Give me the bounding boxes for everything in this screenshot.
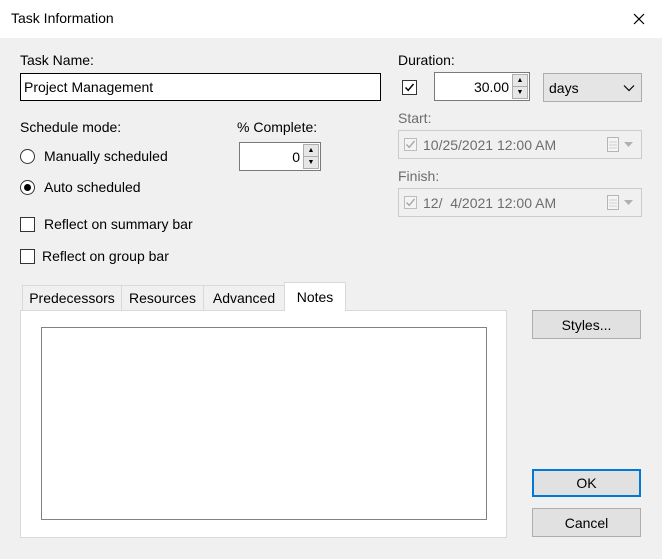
spin-down-icon: ▼ — [516, 89, 524, 96]
percent-spin-down-button[interactable]: ▼ — [303, 157, 319, 169]
ok-button-label: OK — [576, 475, 597, 491]
cancel-button-label: Cancel — [564, 514, 609, 531]
finish-date-picker[interactable]: 12/ 4/2021 12:00 AM — [398, 188, 642, 217]
radio-selected-dot — [24, 184, 31, 191]
tab-predecessors-label: Predecessors — [29, 290, 115, 306]
reflect-summary-label[interactable]: Reflect on summary bar — [44, 216, 193, 232]
ok-button[interactable]: OK — [532, 469, 641, 497]
task-name-label: Task Name: — [20, 52, 94, 68]
finish-label: Finish: — [398, 168, 440, 184]
percent-complete-label: % Complete: — [237, 119, 318, 135]
duration-label: Duration: — [398, 52, 455, 68]
duration-spin-up-button[interactable]: ▲ — [512, 74, 528, 87]
checkmark-icon — [405, 198, 416, 207]
chevron-down-icon — [623, 85, 635, 92]
close-icon — [633, 13, 645, 25]
task-name-input[interactable]: Project Management — [20, 73, 381, 101]
spin-down-icon: ▼ — [307, 159, 315, 166]
tab-notes[interactable]: Notes — [284, 282, 346, 311]
start-date-checkbox[interactable] — [404, 138, 417, 151]
schedule-mode-label: Schedule mode: — [20, 119, 122, 135]
percent-complete-value: 0 — [292, 148, 300, 165]
checkmark-icon — [405, 140, 416, 149]
manually-scheduled-label[interactable]: Manually scheduled — [44, 148, 168, 164]
auto-scheduled-label[interactable]: Auto scheduled — [44, 179, 141, 195]
calendar-icon — [607, 137, 619, 152]
percent-spin-up-button[interactable]: ▲ — [303, 144, 319, 157]
spin-up-icon: ▲ — [307, 147, 315, 154]
window-title: Task Information — [11, 10, 114, 26]
cancel-button[interactable]: Cancel — [532, 508, 641, 537]
start-label: Start: — [398, 110, 432, 126]
notes-tab-panel — [20, 310, 507, 538]
finish-date-value: 12/ 4/2021 12:00 AM — [423, 194, 557, 211]
tab-advanced-label: Advanced — [212, 290, 276, 306]
auto-scheduled-radio[interactable] — [20, 180, 35, 195]
start-date-picker[interactable]: 10/25/2021 12:00 AM — [398, 130, 642, 159]
reflect-group-checkbox[interactable] — [20, 249, 35, 264]
calendar-icon — [607, 195, 619, 210]
finish-date-checkbox[interactable] — [404, 196, 417, 209]
dropdown-arrow-icon — [624, 200, 633, 205]
dropdown-arrow-icon — [624, 142, 633, 147]
tab-resources-label: Resources — [129, 290, 196, 306]
tab-notes-label: Notes — [296, 289, 334, 305]
duration-unit-select[interactable]: days — [543, 73, 642, 102]
notes-textarea[interactable] — [41, 327, 487, 520]
close-button[interactable] — [616, 0, 662, 38]
task-name-value: Project Management — [24, 79, 154, 95]
start-date-value: 10/25/2021 12:00 AM — [423, 136, 557, 153]
manually-scheduled-radio[interactable] — [20, 149, 35, 164]
reflect-group-label[interactable]: Reflect on group bar — [42, 248, 169, 264]
duration-spinner[interactable]: 30.00 ▲ ▼ — [434, 72, 530, 101]
reflect-summary-checkbox[interactable] — [20, 217, 35, 232]
title-bar: Task Information — [0, 0, 662, 38]
tab-advanced[interactable]: Advanced — [203, 285, 285, 310]
duration-value: 30.00 — [473, 78, 509, 95]
styles-button-label: Styles... — [561, 316, 612, 333]
spin-up-icon: ▲ — [516, 77, 524, 84]
percent-complete-spinner[interactable]: 0 ▲ ▼ — [239, 142, 321, 171]
tab-predecessors[interactable]: Predecessors — [22, 285, 122, 310]
styles-button[interactable]: Styles... — [532, 310, 641, 339]
tab-resources[interactable]: Resources — [121, 285, 204, 310]
duration-spin-down-button[interactable]: ▼ — [512, 87, 528, 99]
duration-unit-value: days — [549, 79, 579, 96]
duration-checkbox[interactable] — [402, 80, 417, 95]
checkmark-icon — [404, 83, 415, 92]
